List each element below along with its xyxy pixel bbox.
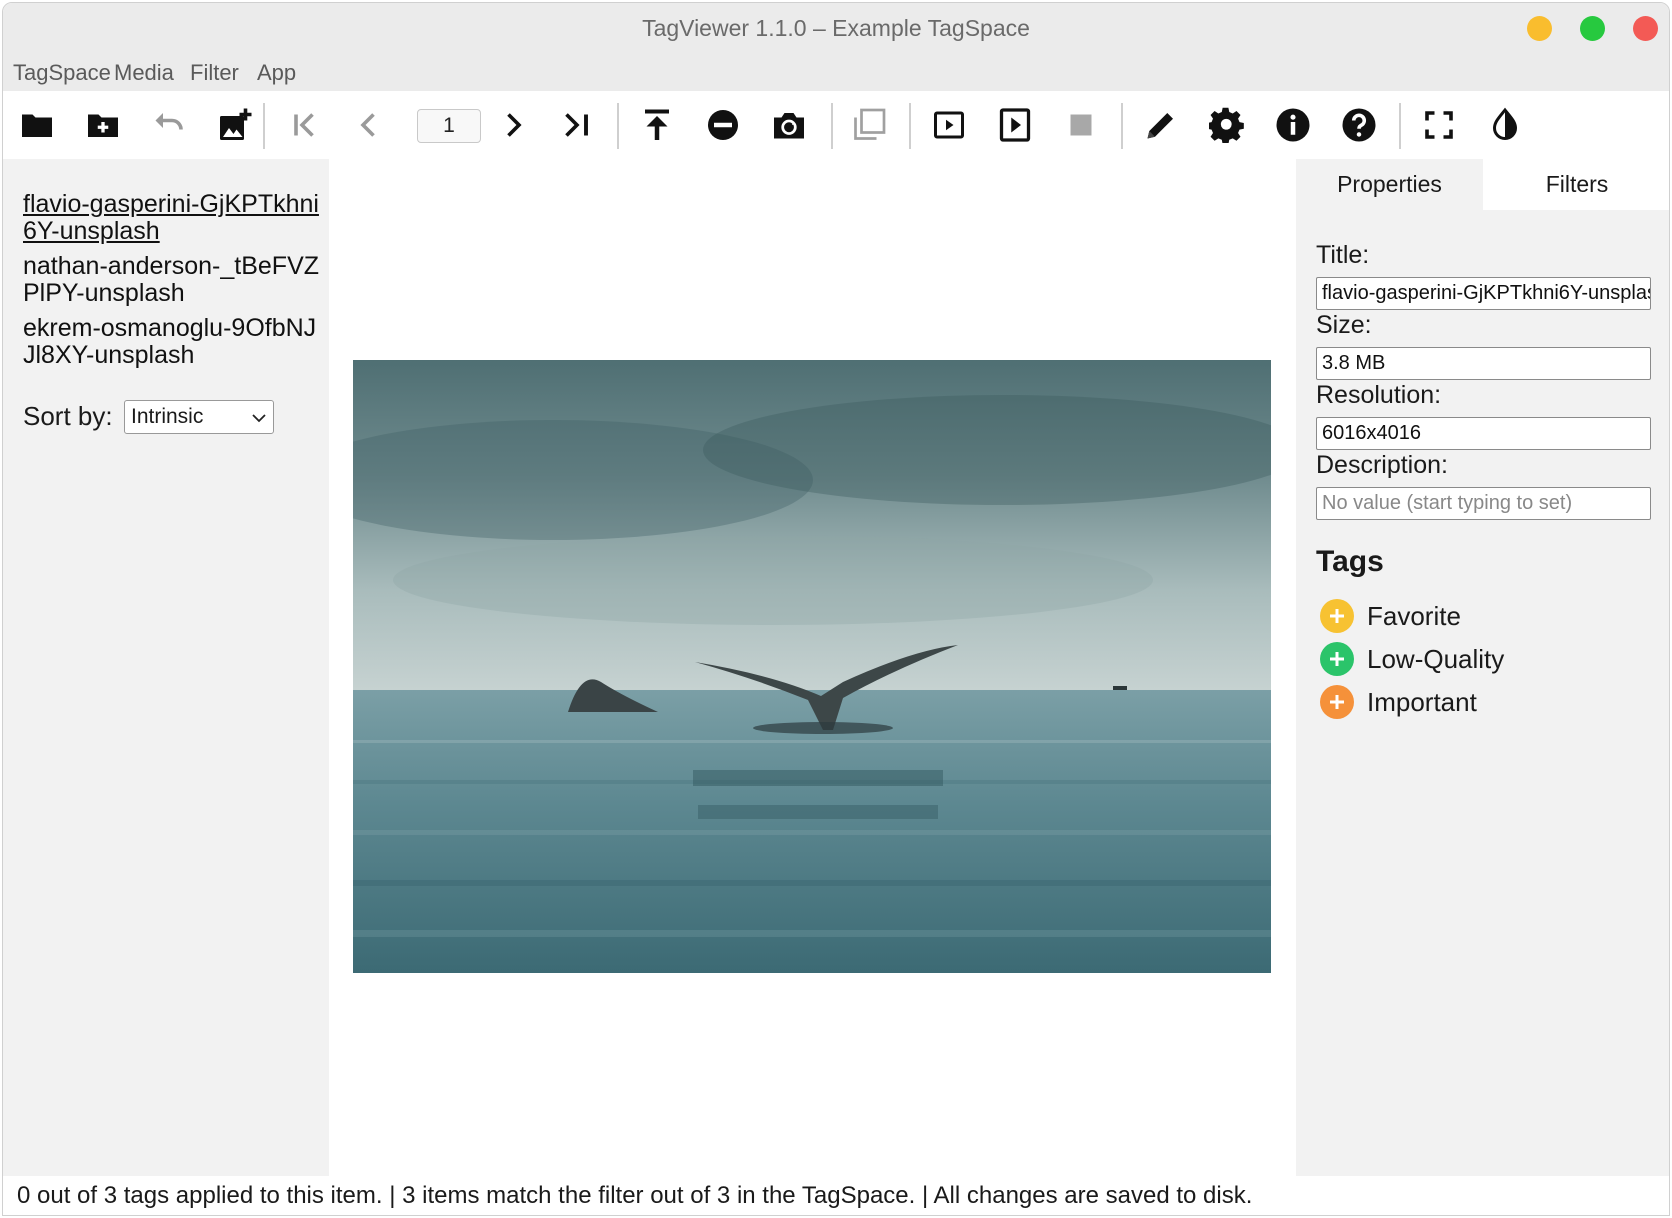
tags-heading: Tags: [1316, 545, 1384, 578]
tag-label: Important: [1367, 686, 1477, 717]
duplicate-icon[interactable]: [849, 105, 889, 145]
last-page-icon[interactable]: [557, 105, 597, 145]
move-to-top-icon[interactable]: [637, 105, 677, 145]
help-icon[interactable]: [1339, 105, 1379, 145]
tab-filters[interactable]: Filters: [1483, 159, 1669, 210]
toolbar-separator: [909, 103, 911, 149]
stop-icon[interactable]: [1061, 105, 1101, 145]
toolbar-separator: [617, 103, 619, 149]
file-item[interactable]: nathan-anderson-_tBeFVZPlPY-unsplash: [23, 253, 323, 307]
tag-low-quality[interactable]: Low-Quality: [1320, 641, 1504, 677]
title-field[interactable]: flavio-gasperini-GjKPTkhni6Y-unsplash: [1316, 277, 1651, 310]
toolbar-separator: [831, 103, 833, 149]
add-tag-icon: [1320, 599, 1354, 633]
file-item-active[interactable]: flavio-gasperini-GjKPTkhni6Y-unsplash: [23, 191, 323, 245]
tag-favorite[interactable]: Favorite: [1320, 598, 1461, 634]
tab-properties[interactable]: Properties: [1296, 159, 1483, 210]
menu-bar: TagSpace Media Filter App: [3, 53, 1669, 91]
whale-tail-photo: [353, 360, 1271, 973]
toolbar: [3, 91, 1669, 159]
slideshow-icon[interactable]: [995, 105, 1035, 145]
tag-important[interactable]: Important: [1320, 684, 1477, 720]
app-window: TagViewer 1.1.0 – Example TagSpace TagSp…: [2, 2, 1670, 1216]
description-field[interactable]: No value (start typing to set): [1316, 487, 1651, 520]
fullscreen-icon[interactable]: [1419, 105, 1459, 145]
remove-icon[interactable]: [703, 105, 743, 145]
menu-media[interactable]: Media: [114, 60, 174, 86]
description-label: Description:: [1316, 451, 1448, 479]
properties-panel: Properties Filters Title: flavio-gasperi…: [1296, 159, 1669, 1176]
status-bar: 0 out of 3 tags applied to this item. | …: [3, 1176, 1669, 1215]
toolbar-separator: [263, 103, 265, 149]
new-folder-icon[interactable]: [83, 105, 123, 145]
menu-filter[interactable]: Filter: [190, 60, 239, 86]
maximize-button[interactable]: [1580, 16, 1605, 41]
file-list-panel: flavio-gasperini-GjKPTkhni6Y-unsplash na…: [3, 159, 329, 1176]
add-tag-icon: [1320, 642, 1354, 676]
first-page-icon[interactable]: [285, 105, 325, 145]
edit-icon[interactable]: [1141, 105, 1181, 145]
undo-icon[interactable]: [149, 105, 189, 145]
resolution-field[interactable]: 6016x4016: [1316, 417, 1651, 450]
sort-label: Sort by:: [23, 401, 113, 431]
settings-icon[interactable]: [1207, 105, 1247, 145]
add-image-icon[interactable]: [215, 105, 255, 145]
page-number-input[interactable]: [417, 109, 481, 143]
tag-label: Favorite: [1367, 600, 1461, 631]
previous-page-icon[interactable]: [349, 105, 389, 145]
title-label: Title:: [1316, 241, 1370, 269]
open-folder-icon[interactable]: [17, 105, 57, 145]
info-icon[interactable]: [1273, 105, 1313, 145]
sort-select[interactable]: Intrinsic: [124, 400, 274, 434]
menu-tagspace[interactable]: TagSpace: [13, 60, 111, 86]
menu-app[interactable]: App: [257, 60, 296, 86]
tag-label: Low-Quality: [1367, 643, 1505, 674]
window-title: TagViewer 1.1.0 – Example TagSpace: [642, 15, 1030, 41]
reload-icon[interactable]: [769, 105, 809, 145]
toolbar-separator: [1399, 103, 1401, 149]
size-label: Size:: [1316, 311, 1372, 339]
sort-selected-value: Intrinsic: [131, 405, 204, 428]
image-viewer: [329, 159, 1296, 1176]
size-field[interactable]: 3.8 MB: [1316, 347, 1651, 380]
contrast-icon[interactable]: [1485, 105, 1525, 145]
title-bar: TagViewer 1.1.0 – Example TagSpace: [3, 3, 1669, 53]
resolution-label: Resolution:: [1316, 381, 1442, 409]
chevron-down-icon: [252, 414, 266, 423]
add-tag-icon: [1320, 685, 1354, 719]
close-button[interactable]: [1633, 16, 1658, 41]
play-icon[interactable]: [929, 105, 969, 145]
minimize-button[interactable]: [1527, 16, 1552, 41]
toolbar-separator: [1121, 103, 1123, 149]
next-page-icon[interactable]: [493, 105, 533, 145]
file-item[interactable]: ekrem-osmanoglu-9OfbNJJl8XY-unsplash: [23, 315, 323, 369]
